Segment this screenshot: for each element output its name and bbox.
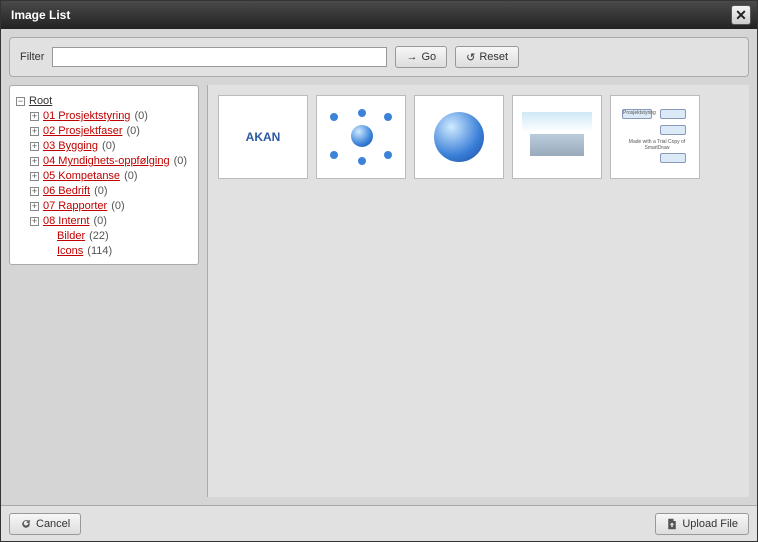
tree-item-label[interactable]: Bilder [57, 229, 85, 244]
tree-item-count: (22) [89, 229, 109, 244]
flowchart-icon: Prosjektstyring Made with a Trial Copy o… [620, 107, 690, 167]
tree-item[interactable]: +07 Rapporter (0) [30, 199, 192, 214]
dialog-footer: Cancel Upload File [1, 505, 757, 541]
tree-item-count: (0) [134, 109, 147, 124]
cancel-button-label: Cancel [36, 518, 70, 530]
expand-icon[interactable]: + [30, 157, 39, 166]
tree-root[interactable]: − Root [16, 94, 192, 109]
tree-item-label[interactable]: 05 Kompetanse [43, 169, 120, 184]
image-list-dialog: Image List ✕ Filter → Go ↺ Reset − Root [0, 0, 758, 542]
reset-button-label: Reset [479, 51, 508, 63]
expand-icon[interactable]: + [30, 202, 39, 211]
network-icon [326, 107, 396, 167]
arrow-right-icon: → [406, 51, 417, 63]
tree-item-label[interactable]: 08 Internt [43, 214, 89, 229]
tree-item-label[interactable]: 01 Prosjektstyring [43, 109, 130, 124]
tree-item-count: (0) [126, 124, 139, 139]
tree-item-count: (0) [102, 139, 115, 154]
thumbnail-globe[interactable] [414, 95, 504, 179]
tree-item[interactable]: +01 Prosjektstyring (0) [30, 109, 192, 124]
go-button-label: Go [421, 51, 436, 63]
building-icon [522, 112, 592, 162]
cancel-icon [20, 518, 32, 530]
tree-item[interactable]: +05 Kompetanse (0) [30, 169, 192, 184]
thumbnail-flowchart[interactable]: Prosjektstyring Made with a Trial Copy o… [610, 95, 700, 179]
tree-item[interactable]: +02 Prosjektfaser (0) [30, 124, 192, 139]
upload-file-button[interactable]: Upload File [655, 513, 749, 535]
tree-item[interactable]: Bilder (22) [44, 229, 192, 244]
filter-bar: Filter → Go ↺ Reset [9, 37, 749, 77]
upload-icon [666, 518, 678, 530]
thumbnail-area: AKAN Prosjek [207, 85, 749, 497]
folder-tree-panel: − Root +01 Prosjektstyring (0) +02 Prosj… [9, 85, 199, 265]
tree-item-count: (0) [94, 184, 107, 199]
close-button[interactable]: ✕ [731, 5, 751, 25]
reset-icon: ↺ [466, 51, 475, 64]
tree-item-label[interactable]: 06 Bedrift [43, 184, 90, 199]
expand-icon[interactable]: + [30, 172, 39, 181]
spacer-icon [44, 247, 53, 256]
expand-icon[interactable]: + [30, 217, 39, 226]
dialog-body: − Root +01 Prosjektstyring (0) +02 Prosj… [9, 85, 749, 497]
thumbnail-akan[interactable]: AKAN [218, 95, 308, 179]
filter-label: Filter [20, 51, 44, 63]
tree-item-count: (114) [87, 244, 112, 259]
expand-icon[interactable]: + [30, 142, 39, 151]
go-button[interactable]: → Go [395, 46, 447, 68]
close-icon: ✕ [735, 7, 747, 24]
tree-item-label[interactable]: Icons [57, 244, 83, 259]
tree-item[interactable]: Icons (114) [44, 244, 192, 259]
tree-item[interactable]: +03 Bygging (0) [30, 139, 192, 154]
filter-input[interactable] [52, 47, 387, 67]
tree-item-count: (0) [93, 214, 106, 229]
tree-item[interactable]: +06 Bedrift (0) [30, 184, 192, 199]
tree-item[interactable]: +08 Internt (0) [30, 214, 192, 229]
tree-item[interactable]: +04 Myndighets-oppfølging (0) [30, 154, 192, 169]
upload-button-label: Upload File [682, 518, 738, 530]
tree-item-label[interactable]: 04 Myndighets-oppfølging [43, 154, 170, 169]
tree-item-label[interactable]: 03 Bygging [43, 139, 98, 154]
tree-item-label[interactable]: 07 Rapporter [43, 199, 107, 214]
expand-icon[interactable]: + [30, 127, 39, 136]
folder-tree: − Root +01 Prosjektstyring (0) +02 Prosj… [16, 94, 192, 259]
collapse-icon[interactable]: − [16, 97, 25, 106]
tree-item-label[interactable]: 02 Prosjektfaser [43, 124, 122, 139]
globe-icon [434, 112, 484, 162]
akan-logo: AKAN [246, 130, 281, 144]
expand-icon[interactable]: + [30, 187, 39, 196]
dialog-title: Image List [11, 8, 731, 22]
reset-button[interactable]: ↺ Reset [455, 46, 519, 68]
expand-icon[interactable]: + [30, 112, 39, 121]
tree-item-count: (0) [124, 169, 137, 184]
tree-root-label[interactable]: Root [29, 94, 52, 109]
tree-item-count: (0) [111, 199, 124, 214]
spacer-icon [44, 232, 53, 241]
tree-item-count: (0) [174, 154, 187, 169]
thumbnail-building[interactable] [512, 95, 602, 179]
titlebar: Image List ✕ [1, 1, 757, 29]
cancel-button[interactable]: Cancel [9, 513, 81, 535]
thumbnail-network[interactable] [316, 95, 406, 179]
